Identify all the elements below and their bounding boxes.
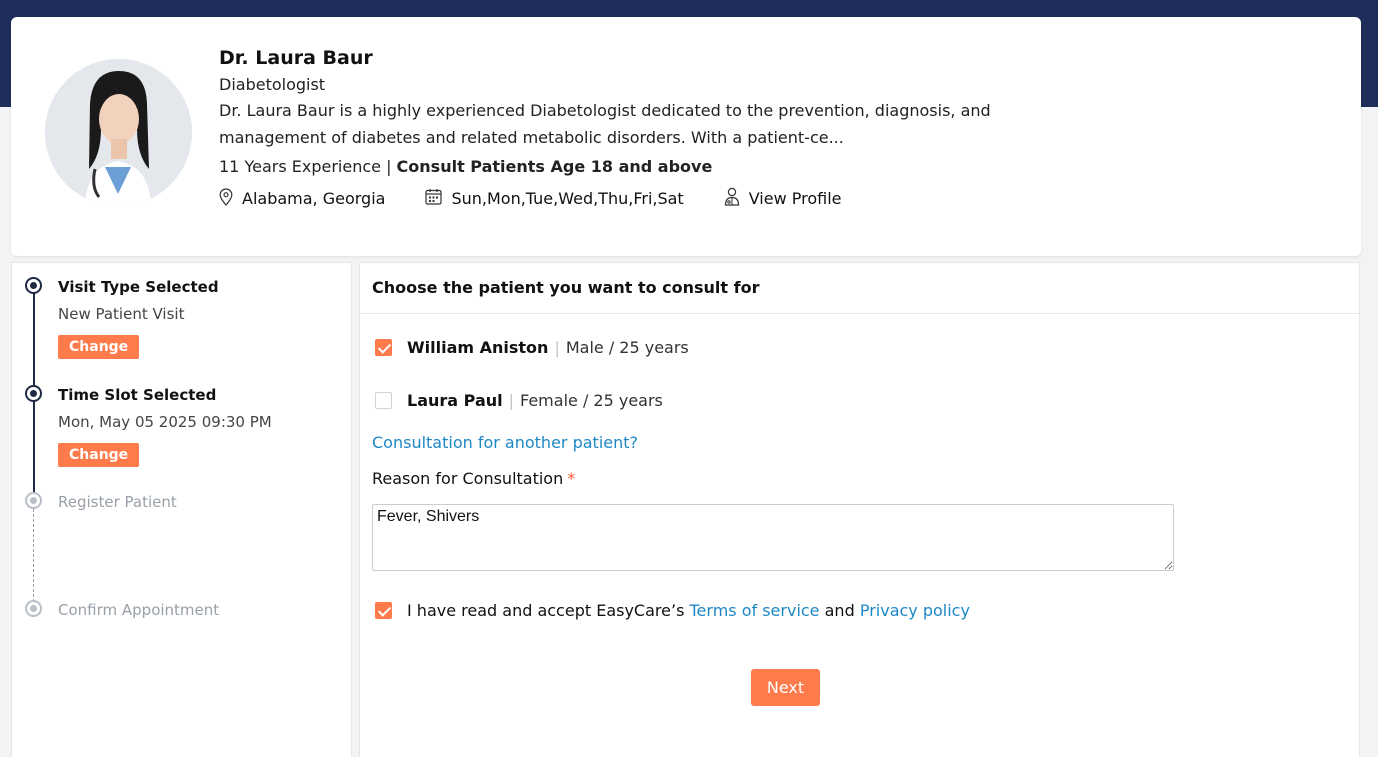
required-mark: * [567, 469, 576, 488]
booking-steps: Visit Type Selected New Patient Visit Ch… [11, 262, 352, 757]
step-indicator [25, 277, 42, 294]
step-indicator [25, 385, 42, 402]
step-connector [33, 293, 35, 393]
change-time-slot-button[interactable]: Change [58, 443, 140, 467]
panel-heading: Choose the patient you want to consult f… [360, 263, 1359, 314]
doctor-days-text: Sun,Mon,Tue,Wed,Thu,Fri,Sat [451, 189, 684, 208]
step-connector-dashed [33, 509, 34, 607]
doctor-days: Sun,Mon,Tue,Wed,Thu,Fri,Sat [425, 188, 684, 209]
doctor-name: Dr. Laura Baur [219, 47, 373, 69]
reason-label-text: Reason for Consultation [372, 469, 564, 488]
terms-of-service-link[interactable]: Terms of service [690, 601, 820, 620]
terms-checkbox[interactable] [375, 602, 392, 619]
terms-prefix: I have read and accept EasyCare’s [407, 601, 685, 620]
patient-option[interactable]: Laura Paul | Female / 25 years [375, 391, 663, 410]
patient-separator: | [508, 391, 514, 410]
step-subtitle: New Patient Visit [58, 305, 185, 323]
reason-textarea[interactable]: Fever, Shivers [372, 504, 1174, 571]
doctor-specialty: Diabetologist [219, 75, 326, 94]
another-patient-link[interactable]: Consultation for another patient? [372, 433, 638, 452]
patient-checkbox[interactable] [375, 339, 392, 356]
patient-option[interactable]: William Aniston | Male / 25 years [375, 338, 689, 357]
next-button[interactable]: Next [751, 669, 820, 706]
patient-detail: Female / 25 years [520, 391, 663, 410]
doctor-location-text: Alabama, Georgia [242, 189, 386, 208]
map-pin-icon [219, 187, 242, 210]
terms-row: I have read and accept EasyCare’s Terms … [375, 601, 970, 620]
terms-and: and [824, 601, 855, 620]
doctor-location: Alabama, Georgia [219, 187, 386, 210]
view-profile-link[interactable]: View Profile [724, 187, 842, 210]
doctor-icon [724, 187, 749, 210]
step-indicator [25, 600, 42, 617]
patient-separator: | [554, 338, 560, 357]
doctor-experience: 11 Years Experience [219, 157, 381, 176]
patient-name: Laura Paul [407, 391, 503, 410]
patient-selection-panel: Choose the patient you want to consult f… [359, 262, 1360, 757]
doctor-avatar [45, 59, 192, 206]
calendar-icon [425, 188, 451, 209]
step-title: Register Patient [58, 493, 177, 511]
step-connector [33, 401, 35, 501]
patient-detail: Male / 25 years [565, 338, 689, 357]
step-indicator [25, 492, 42, 509]
doctor-card: Dr. Laura Baur Diabetologist Dr. Laura B… [11, 17, 1361, 256]
doctor-meta: Alabama, Georgia Sun,Mon,Tue,Wed,Thu,Fri… [219, 187, 1219, 210]
view-profile-label[interactable]: View Profile [749, 189, 842, 208]
step-subtitle: Mon, May 05 2025 09:30 PM [58, 413, 272, 431]
doctor-age-policy: Consult Patients Age 18 and above [396, 157, 713, 176]
patient-checkbox[interactable] [375, 392, 392, 409]
change-visit-type-button[interactable]: Change [58, 335, 140, 359]
step-title: Visit Type Selected [58, 278, 219, 296]
patient-name: William Aniston [407, 338, 549, 357]
doctor-experience-line: 11 Years Experience | Consult Patients A… [219, 156, 1219, 178]
doctor-bio: Dr. Laura Baur is a highly experienced D… [219, 101, 991, 147]
reason-label: Reason for Consultation * [372, 469, 575, 488]
step-title: Time Slot Selected [58, 386, 217, 404]
experience-separator: | [386, 157, 392, 176]
step-title: Confirm Appointment [58, 601, 220, 619]
privacy-policy-link[interactable]: Privacy policy [860, 601, 970, 620]
